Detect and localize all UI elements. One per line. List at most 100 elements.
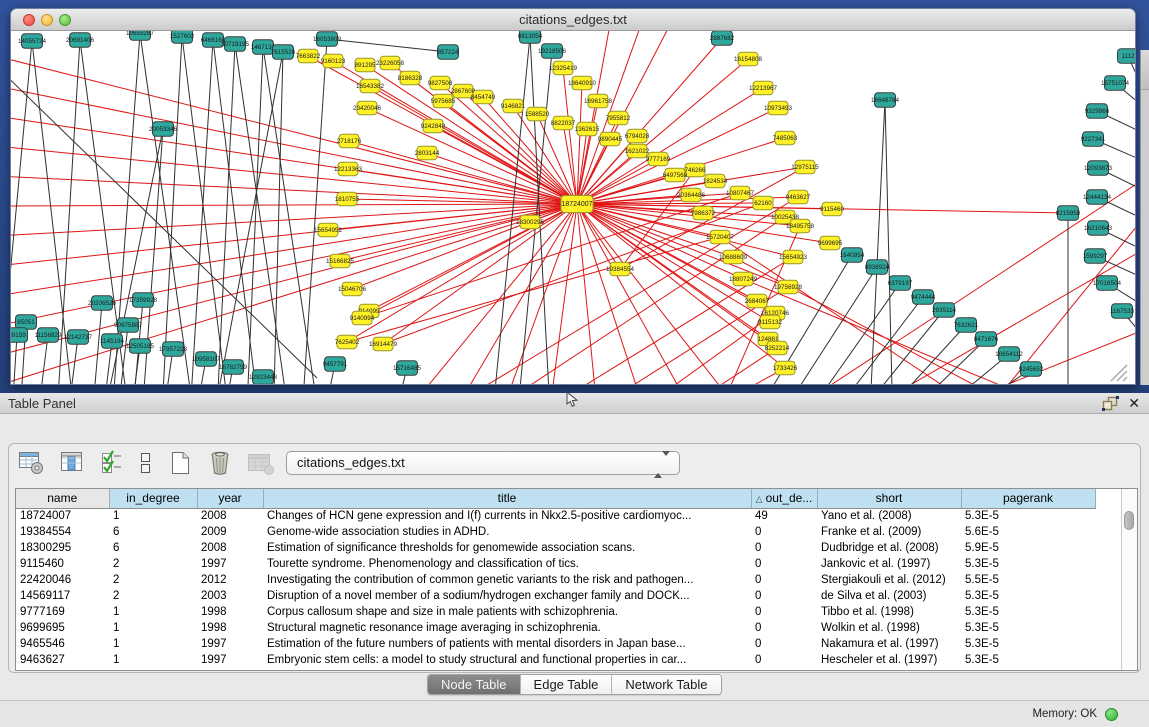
citation-edge-red[interactable] (11, 204, 577, 385)
graph-node-yellow[interactable]: 2718176 (337, 134, 362, 148)
delete-column-icon[interactable] (207, 450, 233, 476)
graph-node-yellow[interactable]: 7986372 (691, 206, 716, 220)
graph-node-yellow[interactable]: 15654952 (314, 223, 343, 237)
graph-node-teal[interactable]: 10654112 (995, 347, 1023, 362)
citation-edge-red[interactable] (577, 204, 599, 385)
graph-node-yellow[interactable]: 18300295 (516, 215, 545, 229)
graph-node-yellow[interactable]: 891295 (354, 58, 376, 72)
graph-node-teal[interactable]: 1527602 (170, 31, 195, 43)
graph-node-teal[interactable]: 14055724 (18, 34, 47, 49)
column-header-title[interactable]: title (263, 489, 751, 508)
memory-status-indicator-icon[interactable] (1105, 708, 1118, 721)
graph-node-yellow[interactable]: 19756928 (774, 280, 803, 294)
table-settings-icon[interactable] (18, 450, 46, 476)
network-canvas[interactable]: 1872400723226058165433822342004681863289… (11, 31, 1135, 385)
graph-node-yellow[interactable]: 9463627 (786, 190, 811, 204)
graph-node-teal[interactable]: 16648784 (871, 93, 900, 108)
graph-node-yellow[interactable]: 9160123 (321, 54, 346, 68)
citation-edge-black[interactable] (235, 44, 291, 385)
graph-node-teal[interactable]: 12505185 (126, 339, 155, 354)
citation-edge-red[interactable] (577, 204, 788, 287)
graph-node-teal[interactable]: 16053809 (313, 32, 342, 47)
graph-node-teal[interactable]: 2935114 (932, 303, 957, 318)
network-window-titlebar[interactable]: citations_edges.txt (11, 9, 1135, 31)
graph-node-yellow[interactable]: 12325419 (549, 61, 578, 75)
citation-edge-red[interactable] (11, 56, 577, 204)
citation-edge-red[interactable] (11, 204, 577, 206)
close-panel-icon[interactable]: ✕ (1128, 393, 1140, 414)
citation-edge-red[interactable] (11, 204, 577, 236)
graph-node-teal[interactable]: 1599297 (1083, 249, 1108, 264)
graph-node-yellow[interactable]: 6497568 (663, 168, 688, 182)
graph-node-teal[interactable]: 90975887 (114, 318, 143, 333)
column-header-in-degree[interactable]: in_degree (109, 489, 197, 508)
graph-node-teal[interactable]: 9329966 (1085, 104, 1110, 119)
table-row[interactable]: 946554611997Estimation of the future num… (16, 636, 1095, 652)
table-row[interactable]: 1938455462009Genome-wide association stu… (16, 524, 1095, 540)
graph-node-teal[interactable]: 17359928 (129, 293, 158, 308)
network-view-window[interactable]: citations_edges.txt 18724007232260581654… (10, 8, 1136, 385)
tab-network-table[interactable]: Network Table (611, 675, 720, 694)
graph-node-yellow[interactable]: 7625402 (335, 335, 360, 349)
new-column-icon[interactable] (168, 450, 194, 476)
graph-node-yellow[interactable]: 8186328 (398, 71, 423, 85)
citation-edge-black[interactable] (213, 40, 261, 385)
graph-node-yellow[interactable]: 18640910 (568, 76, 597, 90)
graph-node-teal[interactable]: 1640954 (840, 248, 865, 263)
graph-node-teal[interactable]: 20053346 (149, 122, 178, 137)
graph-node-yellow[interactable]: 9115132 (758, 315, 783, 329)
column-header-name[interactable]: name (16, 489, 109, 508)
graph-node-teal[interactable]: 17957223 (159, 342, 188, 357)
unselect-rows-icon[interactable] (138, 450, 154, 476)
graph-node-teal[interactable]: 12923448 (249, 370, 278, 385)
graph-node-yellow[interactable]: 9890445 (598, 132, 623, 146)
graph-node-teal[interactable]: 10719195 (221, 37, 250, 52)
graph-node-teal[interactable]: 7615526 (271, 45, 296, 60)
graph-node-yellow[interactable]: 7663822 (296, 49, 321, 63)
graph-node-teal[interactable]: 8938924 (865, 260, 890, 275)
graph-node-yellow[interactable]: 18495758 (786, 219, 815, 233)
table-row[interactable]: 969969511998Structural magnetic resonanc… (16, 620, 1095, 636)
graph-node-teal[interactable]: 2887682 (710, 31, 735, 45)
graph-node-yellow[interactable]: 1588520 (525, 107, 550, 121)
network-graph[interactable]: 1872400723226058165433822342004681863289… (11, 31, 1135, 385)
graph-node-yellow[interactable]: 1733426 (773, 361, 798, 375)
column-header-pagerank[interactable]: pagerank (961, 489, 1095, 508)
graph-node-yellow[interactable]: 8822037 (551, 116, 576, 130)
graph-node-yellow[interactable]: 9827508 (428, 76, 453, 90)
citation-edge-red[interactable] (347, 237, 720, 342)
graph-node-teal[interactable]: 9227341 (1081, 132, 1106, 147)
graph-node-teal[interactable]: 7632621 (954, 318, 979, 333)
graph-node-teal[interactable]: 8813054 (518, 31, 543, 43)
graph-node-yellow[interactable]: 16961758 (584, 94, 613, 108)
table-vertical-scrollbar[interactable] (1121, 489, 1137, 670)
citation-edge-red[interactable] (11, 86, 577, 204)
graph-node-yellow[interactable]: 62160 (753, 196, 773, 210)
citation-edge-red[interactable] (347, 199, 577, 204)
table-row[interactable]: 1456911722003Disruption of a novel membe… (16, 588, 1095, 604)
graph-node-teal[interactable]: 15751074 (1101, 76, 1130, 91)
graph-node-yellow[interactable]: 9146821 (501, 99, 526, 113)
graph-node-yellow[interactable]: 746266 (684, 163, 706, 177)
graph-node-yellow[interactable]: 19384554 (606, 262, 635, 276)
citation-edge-black[interactable] (161, 36, 182, 385)
graph-node-teal[interactable]: 9474444 (911, 290, 936, 305)
graph-node-yellow[interactable]: 9242848 (421, 119, 446, 133)
graph-node-teal[interactable]: 1112 (1118, 49, 1136, 64)
table-select-dropdown[interactable]: citations_edges.txt (286, 451, 680, 475)
graph-node-yellow[interactable]: 10973493 (764, 101, 793, 115)
graph-node-teal[interactable]: 10653287 (126, 31, 155, 40)
graph-node-yellow[interactable]: 23420046 (353, 101, 382, 115)
graph-node-yellow[interactable]: 1810755 (335, 192, 360, 206)
graph-node-yellow[interactable]: 5975685 (431, 94, 456, 108)
graph-node-teal[interactable]: 9457791 (323, 357, 348, 372)
graph-node-yellow[interactable]: 12975115 (791, 160, 819, 174)
graph-node-teal[interactable]: 8215958 (1056, 206, 1081, 221)
graph-node-teal[interactable]: 17016504 (1093, 276, 1122, 291)
table-row[interactable]: 911546021997Tourette syndrome. Phenomeno… (16, 556, 1095, 572)
table-column-icon[interactable] (59, 450, 87, 476)
graph-node-yellow[interactable]: 15654923 (779, 250, 808, 264)
graph-node-yellow[interactable]: 12213363 (334, 162, 363, 176)
graph-node-teal[interactable]: 85051 (16, 315, 37, 330)
graph-node-teal[interactable]: 20206526 (88, 296, 117, 311)
